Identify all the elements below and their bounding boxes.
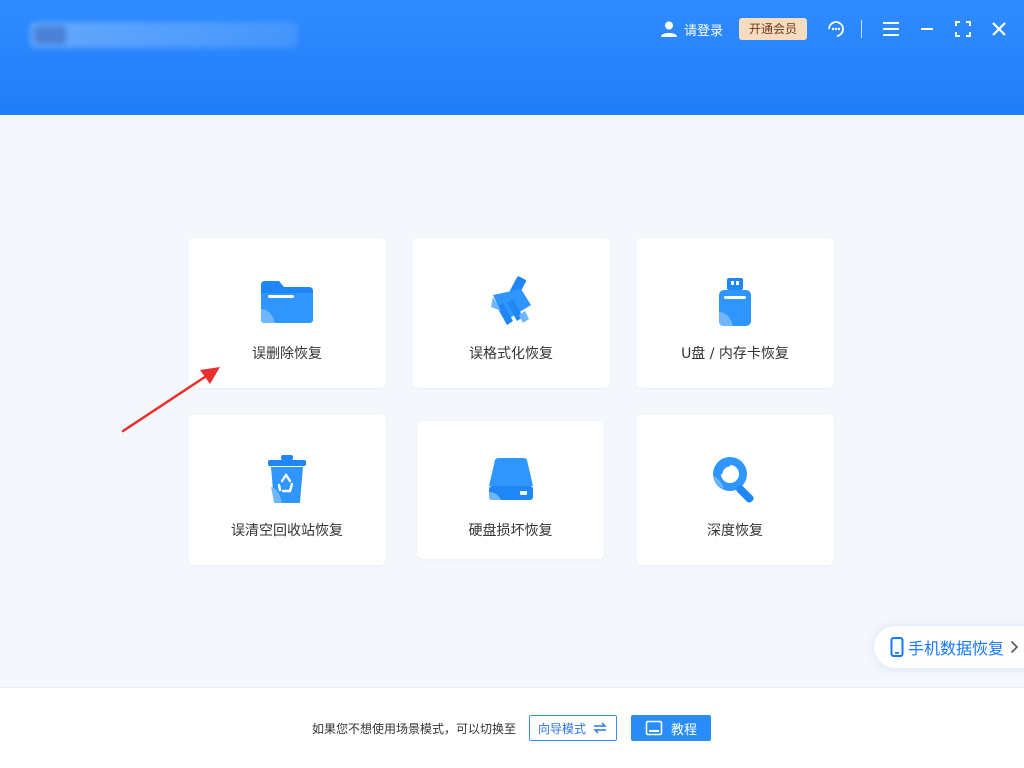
user-icon [660, 21, 677, 37]
login-button[interactable]: 请登录 [660, 20, 723, 39]
usb-drive-icon [705, 274, 765, 330]
maximize-icon[interactable] [952, 18, 974, 40]
login-label: 请登录 [683, 23, 723, 39]
hard-drive-icon [481, 451, 541, 507]
card-label: 深度恢复 [707, 523, 763, 539]
tutorial-label: 教程 [670, 722, 697, 738]
header-controls: 请登录 开通会员 [660, 14, 1024, 44]
card-label: U盘 / 内存卡恢复 [681, 346, 789, 362]
folder-icon [257, 274, 317, 330]
footer-hint: 如果您不想使用场景模式，可以切换至 [312, 722, 517, 736]
vip-button[interactable]: 开通会员 [738, 18, 807, 40]
card-label: 误清空回收站恢复 [231, 523, 343, 539]
header-divider [861, 20, 862, 38]
close-icon[interactable] [988, 18, 1010, 40]
title-bar: 请登录 开通会员 [0, 0, 1024, 115]
card-deep-recovery[interactable]: 深度恢复 [636, 415, 834, 565]
recycle-bin-icon [257, 451, 317, 507]
annotation-arrow [121, 367, 220, 433]
card-usb-recovery[interactable]: U盘 / 内存卡恢复 [636, 238, 834, 388]
tutorial-button[interactable]: 教程 [631, 715, 711, 741]
card-label: 硬盘损坏恢复 [468, 523, 553, 539]
menu-icon[interactable] [880, 18, 902, 40]
minimize-icon[interactable] [916, 18, 938, 40]
switch-icon [593, 722, 607, 734]
mobile-recovery-label: 手机数据恢复 [908, 639, 1005, 658]
app-logo [30, 22, 298, 48]
chevron-right-icon [1010, 640, 1019, 654]
card-disk-recovery[interactable]: 硬盘损坏恢复 [417, 421, 604, 559]
card-recycle-bin-recovery[interactable]: 误清空回收站恢复 [188, 415, 386, 565]
customer-service-icon[interactable] [825, 18, 847, 40]
guide-mode-label: 向导模式 [537, 721, 586, 736]
mobile-recovery-button[interactable]: 手机数据恢复 [874, 626, 1024, 668]
card-format-recovery[interactable]: 误格式化恢复 [412, 238, 610, 388]
broom-icon [481, 274, 541, 330]
footer-bar: 如果您不想使用场景模式，可以切换至 [0, 687, 1024, 768]
deep-scan-icon [705, 451, 765, 507]
book-icon [645, 720, 663, 736]
card-label: 误格式化恢复 [469, 346, 553, 362]
guide-mode-button[interactable]: 向导模式 [529, 715, 617, 741]
phone-icon [890, 637, 904, 657]
